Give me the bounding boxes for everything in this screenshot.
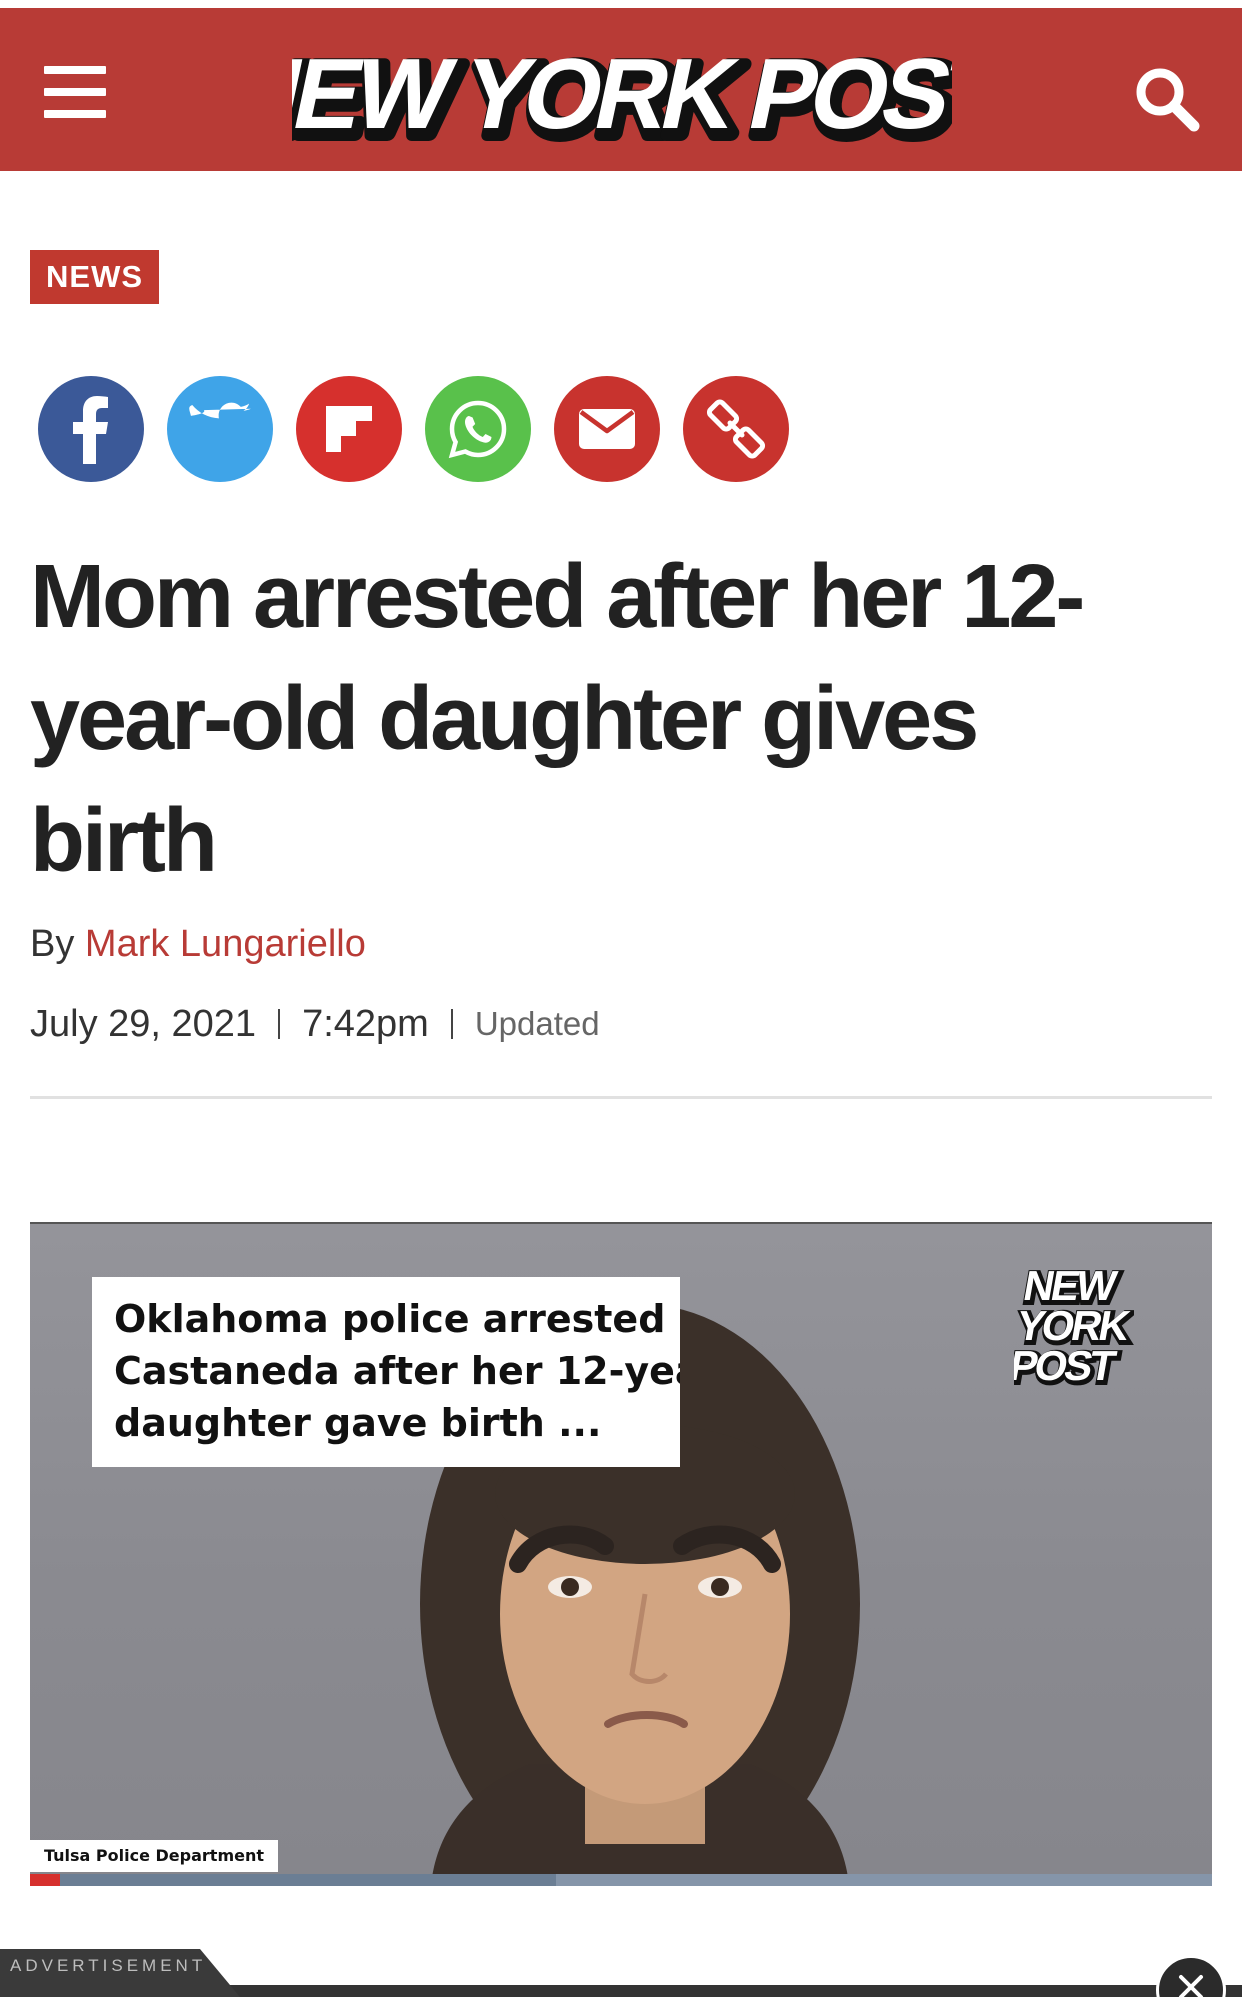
flipboard-share-button[interactable] [296, 376, 402, 482]
video-caption: Oklahoma police arrested Da Castaneda af… [92, 1277, 680, 1467]
publish-date: July 29, 2021 [30, 1003, 257, 1045]
advertisement-label: ADVERTISEMENT [0, 1949, 240, 1997]
byline-prefix: By [30, 923, 75, 965]
copy-link-button[interactable] [683, 376, 789, 482]
updated-label[interactable]: Updated [475, 996, 600, 1052]
whatsapp-share-button[interactable] [425, 376, 531, 482]
headline-line-2: year-old daughter gives [30, 669, 979, 769]
progress-played [30, 1874, 60, 1886]
date-separator [278, 1009, 281, 1039]
advertisement-bar: ADVERTISEMENT [0, 1949, 1242, 1997]
author-link[interactable]: Mark Lungariello [85, 923, 366, 965]
email-share-button[interactable] [554, 376, 660, 482]
top-border [0, 0, 1242, 8]
divider [30, 1096, 1212, 1099]
photo-credit: Tulsa Police Department [30, 1840, 278, 1872]
facebook-icon [73, 396, 108, 464]
time-separator [450, 1009, 453, 1039]
progress-buffered [30, 1874, 556, 1886]
whatsapp-icon [448, 400, 507, 459]
article-headline: Mom arrested after her 12- year-old daug… [30, 536, 1210, 902]
caption-line-2: Castaneda after her 12-year- [114, 1349, 680, 1393]
link-icon [706, 399, 766, 459]
facebook-share-button[interactable] [38, 376, 144, 482]
caption-line-1: Oklahoma police arrested Da [114, 1297, 680, 1341]
site-logo[interactable]: NEW YORK POST NEW YORK POST [292, 40, 952, 150]
headline-line-1: Mom arrested after her 12- [30, 547, 1085, 647]
section-badge[interactable]: NEWS [30, 250, 159, 304]
publish-time: 7:42pm [302, 1003, 429, 1045]
svg-text:POST: POST [1014, 1342, 1120, 1389]
site-header: NEW YORK POST NEW YORK POST [0, 8, 1242, 171]
video-player[interactable]: Oklahoma police arrested Da Castaneda af… [30, 1222, 1212, 1886]
video-progress-bar[interactable] [30, 1874, 1212, 1886]
video-watermark-logo: NEW NEW YORK YORK POST POST [1014, 1264, 1134, 1389]
dateline: July 29, 2021 7:42pm Updated [30, 996, 600, 1052]
hamburger-menu-icon[interactable] [44, 66, 106, 118]
magnifier-icon[interactable] [1132, 64, 1202, 134]
byline: By Mark Lungariello [30, 916, 366, 972]
envelope-icon [579, 409, 635, 449]
twitter-share-button[interactable] [167, 376, 273, 482]
flipboard-icon [326, 406, 372, 452]
logo-text: NEW YORK POST [292, 40, 952, 150]
caption-line-3: daughter gave birth ... [114, 1401, 602, 1445]
close-x-icon[interactable] [1156, 1955, 1226, 1997]
twitter-bird-icon [189, 402, 251, 419]
headline-line-3: birth [30, 791, 218, 891]
